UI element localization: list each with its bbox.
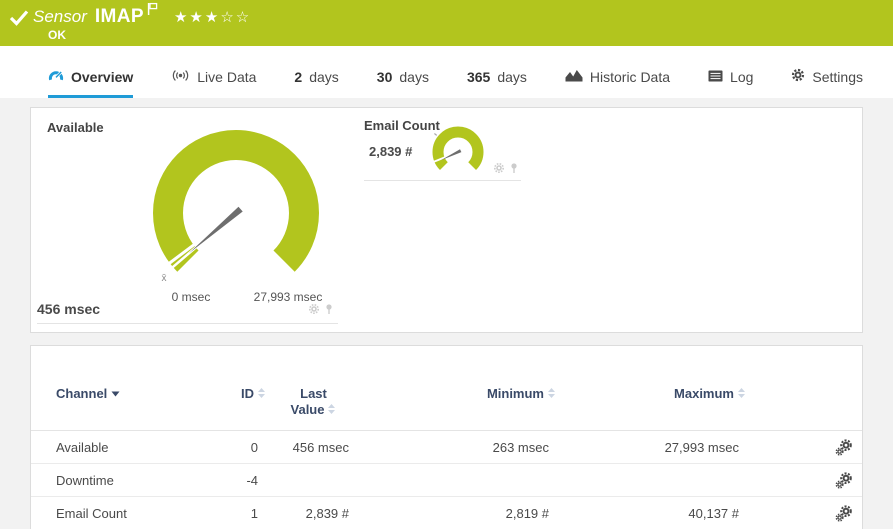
tab-historic-data-label: Historic Data [589, 69, 671, 85]
tab-settings-label: Settings [812, 68, 863, 85]
gauge-icon [48, 68, 64, 85]
stars-empty: ☆☆ [220, 9, 252, 26]
tab-365-days[interactable]: 365 days [467, 69, 527, 98]
tab-historic-data[interactable]: Historic Data [565, 69, 670, 98]
pin-icon[interactable] [509, 161, 519, 179]
column-header-last-value[interactable]: Last Value [266, 346, 361, 431]
stars-filled: ★★★ [173, 9, 221, 26]
tab-30-days[interactable]: 30 days [377, 69, 429, 98]
channels-table: Channel ID Last Value Minimum Maximum Av… [31, 346, 862, 529]
mean-marker: x̄ [162, 273, 167, 284]
column-header-id-label: ID [241, 386, 254, 401]
channel-id-cell: 1 [206, 496, 266, 529]
gauge-needle [188, 206, 243, 254]
check-icon [9, 9, 29, 32]
column-header-minimum[interactable]: Minimum [361, 346, 561, 431]
available-gauge-title: Available [47, 120, 104, 135]
sensor-title-row: Sensor IMAP ★★★☆☆ [33, 2, 251, 30]
channel-last-value-cell: 2,839 # [266, 496, 361, 529]
sort-caret-down-icon [111, 391, 120, 397]
channels-table-panel: Channel ID Last Value Minimum Maximum Av… [30, 345, 863, 529]
channel-name-cell: Available [31, 430, 206, 464]
gauges-panel: Available x̄ 0 msec 27,993 msec 456 msec [30, 107, 863, 333]
tab-2-days[interactable]: 2 days [294, 69, 338, 98]
column-header-id[interactable]: ID [206, 346, 266, 431]
table-row: Email Count 1 2,839 # 2,819 # 40,137 # [31, 496, 862, 529]
channel-actions-cell [751, 430, 862, 464]
sensor-kind-label: Sensor [33, 7, 87, 26]
gauge-hover-actions [308, 302, 334, 320]
priority-star-rating[interactable]: ★★★☆☆ [174, 8, 251, 26]
column-header-actions [751, 346, 862, 431]
table-row: Downtime -4 [31, 463, 862, 497]
gauge-hover-actions [493, 161, 519, 179]
email-count-gauge-block[interactable]: Email Count 2,839 # [364, 114, 521, 181]
gauge-needle [440, 149, 462, 161]
table-row: Available 0 456 msec 263 msec 27,993 mse… [31, 430, 862, 464]
channel-minimum-cell [361, 463, 561, 497]
channel-last-value-cell: 456 msec [266, 430, 361, 464]
email-count-gauge[interactable] [428, 125, 488, 185]
channel-last-value-cell [266, 463, 361, 497]
tab-2-days-label: days [309, 69, 339, 85]
tab-30-days-label: days [399, 69, 429, 85]
tab-2-days-number: 2 [294, 69, 303, 85]
gear-icon [791, 68, 805, 85]
tab-settings[interactable]: Settings [791, 68, 863, 98]
tab-30-days-number: 30 [376, 69, 393, 85]
tab-bar: Overview Live Data 2 days 30 days 365 da… [0, 46, 893, 98]
sort-chevrons-icon [548, 388, 555, 398]
channel-name-cell: Downtime [31, 463, 206, 497]
channel-actions-cell [751, 463, 862, 497]
channel-maximum-cell: 27,993 msec [561, 430, 751, 464]
gear-icon[interactable] [308, 302, 320, 320]
available-gauge-value: 456 msec [37, 301, 101, 317]
channel-maximum-cell [561, 463, 751, 497]
pin-icon[interactable] [324, 302, 334, 320]
channel-minimum-cell: 263 msec [361, 430, 561, 464]
column-header-minimum-label: Minimum [486, 386, 544, 401]
column-header-maximum-label: Maximum [674, 386, 734, 401]
gear-icon[interactable] [493, 161, 505, 179]
tab-overview[interactable]: Overview [48, 68, 134, 98]
sensor-status-badge: OK [48, 28, 66, 42]
log-list-icon [708, 69, 723, 85]
column-header-channel[interactable]: Channel [31, 346, 206, 431]
tab-log-label: Log [730, 69, 754, 85]
broadcast-icon [171, 69, 190, 85]
channel-minimum-cell: 2,819 # [361, 496, 561, 529]
gears-icon[interactable] [835, 471, 852, 489]
table-header-row: Channel ID Last Value Minimum Maximum [31, 346, 862, 431]
sensor-name: IMAP [94, 6, 144, 27]
gears-icon[interactable] [835, 438, 852, 456]
gauge-min-label: 0 msec [171, 290, 211, 304]
sort-chevrons-icon [328, 404, 336, 414]
tab-live-data-label: Live Data [197, 69, 257, 85]
available-gauge[interactable]: x̄ [136, 128, 336, 298]
channel-maximum-cell: 40,137 # [561, 496, 751, 529]
sort-chevrons-icon [738, 388, 745, 398]
channel-actions-cell [751, 496, 862, 529]
channel-name-cell: Email Count [31, 496, 206, 529]
column-header-maximum[interactable]: Maximum [561, 346, 751, 431]
sort-chevrons-icon [258, 388, 265, 398]
sensor-header: Sensor IMAP ★★★☆☆ OK [0, 0, 893, 46]
tab-live-data[interactable]: Live Data [171, 69, 256, 98]
available-gauge-block[interactable]: Available x̄ 0 msec 27,993 msec 456 msec [37, 114, 338, 324]
channel-id-cell: 0 [206, 430, 266, 464]
column-header-last-value-label: Last Value [290, 386, 327, 417]
column-header-channel-label: Channel [56, 386, 108, 401]
area-chart-icon [565, 69, 583, 85]
tab-365-days-label: days [497, 69, 527, 85]
email-count-gauge-value: 2,839 # [369, 144, 413, 159]
tab-365-days-number: 365 [466, 69, 491, 85]
channel-id-cell: -4 [206, 463, 266, 497]
tab-overview-label: Overview [71, 68, 134, 85]
tab-log[interactable]: Log [708, 69, 753, 98]
flag-icon[interactable] [147, 2, 158, 21]
gears-icon[interactable] [835, 504, 852, 522]
sensor-page: Sensor IMAP ★★★☆☆ OK Overview Live Data … [0, 0, 893, 529]
